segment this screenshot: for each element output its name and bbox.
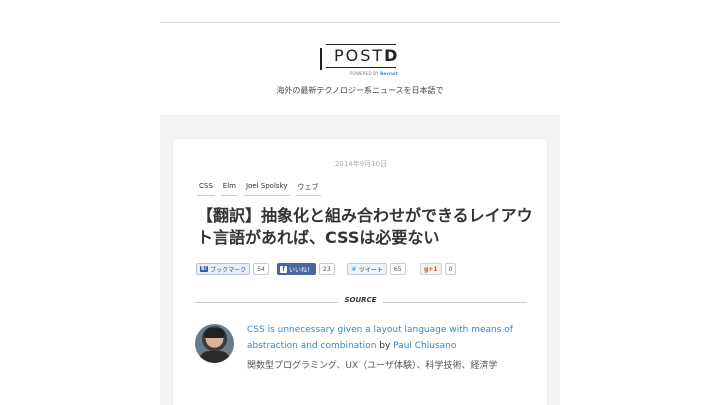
logo-text-main: POST: [334, 46, 385, 65]
hatena-icon: B!: [200, 266, 209, 272]
gplus-button[interactable]: g+1: [420, 263, 442, 275]
gplus-share: g+1 0: [420, 263, 457, 275]
logo-text-letter: D: [384, 46, 400, 65]
article-card: 2014年9月10日 CSS Elm Joel Spolsky ウェブ 【翻訳】…: [172, 138, 548, 405]
source-by: by: [376, 341, 394, 351]
site-tagline: 海外の最新テクノロジー系ニュースを日本語で: [276, 86, 444, 95]
twitter-share: ❦ ツイート 65: [347, 263, 406, 275]
hatena-share: B! ブックマーク 54: [196, 263, 269, 275]
source-citation: CSS is unnecessary given a layout langua…: [247, 322, 537, 354]
facebook-icon: f: [280, 265, 287, 273]
article-date: 2014年9月10日: [334, 160, 388, 168]
twitter-label: ツイート: [358, 266, 383, 274]
tag-list: CSS Elm Joel Spolsky ウェブ: [197, 181, 321, 196]
author-avatar: [195, 324, 234, 363]
facebook-label: いいね！: [289, 266, 314, 274]
tag-web[interactable]: ウェブ: [295, 181, 321, 196]
hatena-count: 54: [253, 263, 269, 275]
source-rule-right: [383, 302, 527, 303]
share-buttons: B! ブックマーク 54 f いいね！ 23 ❦ ツイート 65 g+1 0: [196, 263, 536, 277]
logo-bar-icon: [320, 48, 322, 70]
tweet-button[interactable]: ❦ ツイート: [347, 263, 387, 275]
gplus-label: g+1: [424, 265, 438, 273]
facebook-like-button[interactable]: f いいね！: [277, 263, 317, 275]
article-title: 【翻訳】抽象化と組み合わせができるレイアウト言語があれば、CSSは必要ない: [197, 206, 533, 247]
tag-joel-spolsky[interactable]: Joel Spolsky: [243, 181, 290, 196]
avatar-shirt: [199, 351, 230, 363]
source-divider: SOURCE: [195, 296, 527, 308]
logo-powered-by: POWERED BY Recruit: [350, 71, 398, 76]
tag-elm[interactable]: Elm: [220, 181, 238, 196]
hatena-bookmark-button[interactable]: B! ブックマーク: [196, 263, 251, 275]
gplus-count: 0: [444, 263, 457, 275]
twitter-count: 65: [389, 263, 406, 275]
author-link[interactable]: Paul Chiusano: [393, 341, 456, 351]
powered-brand: Recruit: [380, 71, 398, 76]
facebook-share: f いいね！ 23: [277, 263, 335, 275]
source-heading: SOURCE: [344, 296, 377, 304]
twitter-bird-icon: ❦: [351, 265, 357, 273]
tag-css[interactable]: CSS: [197, 181, 215, 196]
source-rule-left: [195, 302, 338, 303]
site-logo[interactable]: POSTD POWERED BY Recruit: [318, 44, 404, 78]
top-divider: [160, 22, 560, 23]
hatena-label: ブックマーク: [210, 266, 247, 274]
facebook-count: 23: [319, 263, 335, 275]
avatar-hair: [204, 328, 225, 338]
logo-text: POSTD: [334, 46, 399, 65]
powered-prefix: POWERED BY: [350, 71, 379, 76]
author-description: 関数型プログラミング、UX（ユーザ体験）、科学技術、経済学: [247, 361, 498, 371]
